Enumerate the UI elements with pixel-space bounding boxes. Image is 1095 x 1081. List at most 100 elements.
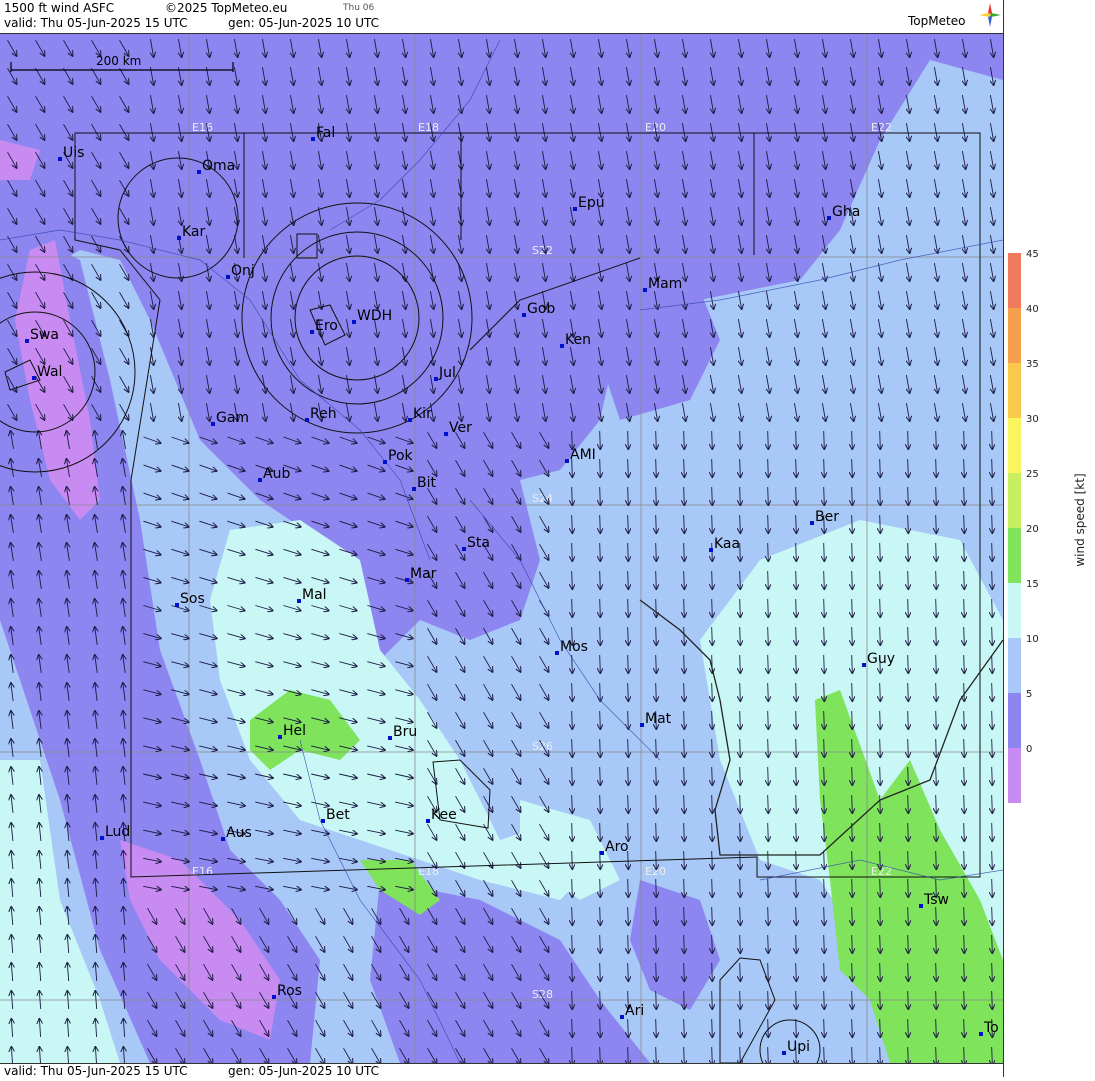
wind-arrow	[964, 682, 965, 701]
wind-arrow	[992, 710, 993, 729]
wind-arrow	[572, 906, 573, 925]
footer-valid-time: valid: Thu 05-Jun-2025 15 UTC	[4, 1064, 188, 1078]
wind-arrow	[740, 1046, 741, 1063]
wind-arrow	[796, 654, 797, 673]
wind-arrow	[656, 654, 657, 673]
wind-arrow	[684, 570, 685, 589]
wind-arrow	[936, 598, 937, 617]
wind-arrow	[908, 1046, 909, 1063]
legend-swatch-0	[1008, 253, 1021, 308]
place-label-sta: Sta	[467, 535, 490, 551]
wind-arrow	[656, 486, 657, 505]
wind-arrow	[992, 962, 993, 981]
wind-arrow	[992, 766, 993, 785]
wind-arrow	[880, 1046, 881, 1063]
wind-arrow	[572, 878, 573, 897]
wind-arrow	[600, 962, 601, 981]
wind-arrow	[628, 794, 629, 813]
wind-arrow	[936, 542, 937, 561]
grid-label-e16-top: E16	[192, 121, 213, 134]
wind-arrow	[628, 570, 629, 589]
wind-arrow	[656, 794, 657, 813]
place-label-bru: Bru	[393, 724, 417, 740]
place-label-wal: Wal	[37, 364, 62, 380]
day-short: Thu 06	[343, 3, 375, 13]
wind-arrow	[628, 654, 629, 673]
wind-arrow	[992, 1046, 993, 1063]
wind-arrow	[880, 990, 881, 1009]
wind-arrow	[628, 1046, 629, 1063]
place-label-to: To	[983, 1020, 999, 1036]
wind-arrow	[880, 766, 881, 785]
wind-arrow	[796, 514, 797, 533]
place-label-reh: Reh	[310, 406, 337, 422]
place-label-mar: Mar	[410, 566, 437, 582]
wind-arrow	[992, 654, 993, 673]
wind-arrow	[964, 738, 965, 757]
place-label-epu: Epu	[578, 195, 605, 211]
wind-arrow	[712, 990, 713, 1009]
wind-arrow	[964, 906, 965, 925]
wind-arrow	[880, 822, 881, 841]
wind-arrow	[824, 738, 825, 757]
wind-arrow	[600, 598, 601, 617]
wind-arrow	[712, 626, 713, 645]
wind-arrow	[964, 710, 965, 729]
wind-arrow	[572, 486, 573, 505]
place-marker-wal	[32, 376, 36, 380]
wind-arrow	[572, 766, 573, 785]
wind-arrow	[740, 486, 741, 505]
wind-arrow	[740, 1018, 741, 1037]
wind-arrow	[684, 514, 685, 533]
wind-arrow	[656, 878, 657, 897]
wind-arrow	[628, 906, 629, 925]
wind-arrow	[936, 1046, 937, 1063]
wind-arrow	[824, 486, 825, 505]
place-label-kar: Kar	[182, 224, 206, 240]
map-footer: valid: Thu 05-Jun-2025 15 UTC gen: 05-Ju…	[0, 1063, 1003, 1078]
place-marker-tsw	[919, 904, 923, 908]
place-marker-jul	[434, 377, 438, 381]
wind-arrow	[796, 822, 797, 841]
legend-swatch-7	[1008, 638, 1021, 693]
place-label-ver: Ver	[449, 420, 472, 436]
wind-arrow	[936, 906, 937, 925]
wind-arrow	[852, 626, 853, 645]
wind-arrow	[992, 738, 993, 757]
wind-arrow	[572, 934, 573, 953]
wind-arrow	[908, 486, 909, 505]
place-label-swa: Swa	[30, 327, 59, 343]
wind-arrow	[992, 626, 993, 645]
wind-arrow	[880, 598, 881, 617]
place-label-sos: Sos	[180, 591, 205, 607]
wind-arrow	[684, 710, 685, 729]
place-label-ami: AMI	[570, 447, 596, 463]
wind-map[interactable]: E16 E18 E20 E22 E16 E18 E20 E22 S22 S24 …	[0, 34, 1003, 1063]
wind-arrow	[880, 1018, 881, 1037]
wind-arrow	[600, 430, 601, 449]
legend-tick-35: 35	[1026, 359, 1039, 370]
wind-arrow	[824, 570, 825, 589]
grid-label-s26: S26	[532, 740, 553, 753]
place-marker-gob	[522, 313, 526, 317]
wind-arrow	[964, 654, 965, 673]
wind-arrow	[852, 486, 853, 505]
wind-arrow	[880, 682, 881, 701]
wind-arrow	[796, 850, 797, 869]
legend-swatch-2	[1008, 363, 1021, 418]
wind-arrow	[824, 458, 825, 477]
wind-arrow	[740, 850, 741, 869]
wind-arrow	[908, 906, 909, 925]
wind-arrow	[740, 934, 741, 953]
wind-arrow	[824, 962, 825, 981]
wind-arrow	[964, 570, 965, 589]
wind-arrow	[908, 990, 909, 1009]
wind-arrow	[712, 1018, 713, 1037]
wind-arrow	[712, 962, 713, 981]
wind-arrow	[712, 598, 713, 617]
wind-arrow	[852, 682, 853, 701]
wind-arrow	[936, 458, 937, 477]
wind-arrow	[656, 570, 657, 589]
wind-arrow	[992, 906, 993, 925]
wind-arrow	[964, 822, 965, 841]
